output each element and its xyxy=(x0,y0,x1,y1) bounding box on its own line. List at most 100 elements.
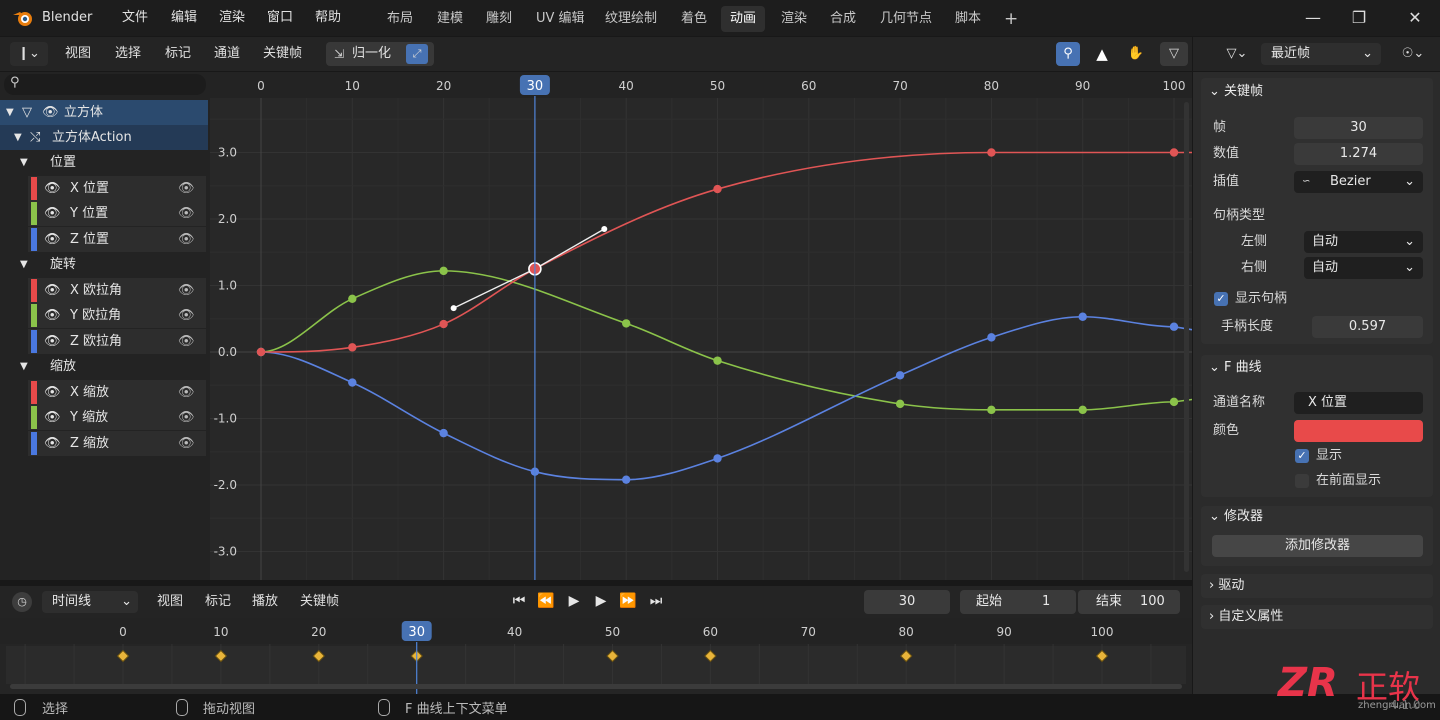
visibility-icon[interactable]: 👁 xyxy=(178,227,195,252)
visibility-icon[interactable]: 👁 xyxy=(44,380,61,405)
visibility-icon[interactable]: 👁 xyxy=(44,303,61,328)
visibility-icon[interactable]: 👁 xyxy=(178,431,195,456)
channel-row[interactable]: 👁 Z 欧拉角 👁 xyxy=(28,328,206,354)
add-workspace-icon[interactable]: + xyxy=(995,6,1027,32)
close-icon[interactable]: ✕ xyxy=(1392,0,1438,36)
channel-group-row[interactable]: ▼ 缩放 xyxy=(0,354,208,379)
channel-row[interactable]: 👁 Y 欧拉角 👁 xyxy=(28,303,206,328)
pivot-dropdown[interactable]: 最近帧 ⌄ xyxy=(1261,43,1381,65)
clock-icon[interactable]: ◷ xyxy=(12,592,32,612)
tab-shading[interactable]: 着色 xyxy=(672,6,716,32)
expand-icon[interactable]: ▼ xyxy=(6,100,14,125)
timeline-canvas[interactable]: 0 10 20 40 50 60 70 80 90 100 30 xyxy=(0,618,1192,694)
visibility-icon[interactable]: 👁 xyxy=(178,176,195,201)
left-handle-dropdown[interactable]: 自动 ⌄ xyxy=(1304,231,1423,253)
maximize-icon[interactable]: ❐ xyxy=(1336,0,1382,36)
visibility-icon[interactable]: 👁 xyxy=(44,227,61,252)
channel-name-field[interactable]: X 位置 xyxy=(1294,392,1423,414)
channel-row[interactable]: 👁 Y 缩放 👁 xyxy=(28,405,206,430)
frame-field[interactable]: 30 xyxy=(1294,117,1423,139)
graph-menu-channel[interactable]: 通道 xyxy=(214,42,240,66)
timeline-menu-playback[interactable]: 播放 xyxy=(252,590,278,614)
visibility-icon[interactable]: 👁 xyxy=(178,405,195,430)
visibility-icon[interactable]: 👁 xyxy=(178,380,195,405)
interp-dropdown[interactable]: ∽ Bezier ⌄ xyxy=(1294,171,1423,193)
editor-type-icon[interactable]: ❙⌄ xyxy=(10,42,48,66)
graph-canvas[interactable]: 0 10 20 40 50 60 70 80 90 100 3.0 2.0 1.0 0.0 -1.0 -2.0… xyxy=(210,72,1192,580)
tab-modeling[interactable]: 建模 xyxy=(428,6,472,32)
expand-icon[interactable]: ▼ xyxy=(20,150,28,175)
tab-geometry-nodes[interactable]: 几何节点 xyxy=(871,6,941,32)
filter-icon[interactable]: ▽ xyxy=(1160,42,1188,66)
custom-props-section[interactable]: › 自定义属性 xyxy=(1201,605,1433,629)
channel-group-row[interactable]: ▼ 旋转 xyxy=(0,252,208,277)
play-icon[interactable]: ▶ xyxy=(589,590,613,612)
menu-edit[interactable]: 编辑 xyxy=(171,0,197,36)
graph-menu-select[interactable]: 选择 xyxy=(115,42,141,66)
menu-render[interactable]: 渲染 xyxy=(219,0,245,36)
channel-row[interactable]: 👁 Z 位置 👁 xyxy=(28,226,206,252)
show-handles-checkbox[interactable]: ✓ xyxy=(1214,292,1228,306)
show-front-checkbox[interactable] xyxy=(1295,474,1309,488)
tab-animation[interactable]: 动画 xyxy=(721,6,766,32)
hand-icon[interactable]: ✋ xyxy=(1124,42,1148,66)
jump-end-icon[interactable]: ⏭ xyxy=(644,590,668,612)
channel-row[interactable]: 👁 X 欧拉角 👁 xyxy=(28,277,206,303)
graph-menu-key[interactable]: 关键帧 xyxy=(263,42,302,66)
tab-scripting[interactable]: 脚本 xyxy=(946,6,990,32)
drivers-section[interactable]: › 驱动 xyxy=(1201,574,1433,598)
blender-logo-icon[interactable] xyxy=(12,8,34,28)
tab-rendering[interactable]: 渲染 xyxy=(772,6,816,32)
right-handle-dropdown[interactable]: 自动 ⌄ xyxy=(1304,257,1423,279)
normalize-toggle[interactable]: ⇲ 归一化 ⤢ xyxy=(326,42,434,66)
tab-texture-paint[interactable]: 纹理绘制 xyxy=(596,6,666,32)
channel-action-row[interactable]: ▼ ⤭ 立方体Action xyxy=(0,125,208,150)
menu-window[interactable]: 窗口 xyxy=(267,0,293,36)
start-frame-field[interactable]: 起始 1 xyxy=(960,590,1076,614)
snap-icon[interactable]: ☉⌄ xyxy=(1395,42,1431,66)
expand-icon[interactable]: ▼ xyxy=(20,354,28,379)
visibility-icon[interactable]: 👁 xyxy=(178,303,195,328)
visibility-icon[interactable]: 👁 xyxy=(44,201,61,226)
graph-menu-view[interactable]: 视图 xyxy=(65,42,91,66)
pivot-filter-icon[interactable]: ▽⌄ xyxy=(1221,42,1253,66)
next-keyframe-icon[interactable]: ⏩ xyxy=(616,590,640,612)
expand-icon[interactable]: ▼ xyxy=(20,252,28,277)
tab-layout[interactable]: 布局 xyxy=(378,6,422,32)
visibility-icon[interactable]: 👁 xyxy=(42,100,59,125)
prev-keyframe-icon[interactable]: ⏪ xyxy=(534,590,558,612)
handle-length-field[interactable]: 0.597 xyxy=(1312,316,1423,338)
tab-compositing[interactable]: 合成 xyxy=(821,6,865,32)
timeline-menu-marker[interactable]: 标记 xyxy=(205,590,231,614)
visibility-icon[interactable]: 👁 xyxy=(44,278,61,303)
timeline-mode-dropdown[interactable]: 时间线 ⌄ xyxy=(42,591,138,613)
timeline-menu-keyframe[interactable]: 关键帧 xyxy=(300,590,339,614)
value-field[interactable]: 1.274 xyxy=(1294,143,1423,165)
tab-sculpting[interactable]: 雕刻 xyxy=(477,6,521,32)
channel-group-row[interactable]: ▼ 位置 xyxy=(0,150,208,175)
visibility-icon[interactable]: 👁 xyxy=(178,329,195,354)
current-frame-field[interactable]: 30 xyxy=(864,590,950,614)
show-curve-checkbox[interactable]: ✓ xyxy=(1295,449,1309,463)
menu-help[interactable]: 帮助 xyxy=(315,0,341,36)
tab-uv-editing[interactable]: UV 编辑 xyxy=(527,6,594,32)
visibility-icon[interactable]: 👁 xyxy=(44,405,61,430)
auto-normalize-icon[interactable]: ⤢ xyxy=(406,44,428,64)
channel-row[interactable]: 👁 X 位置 👁 xyxy=(28,175,206,201)
expand-icon[interactable]: ▼ xyxy=(14,125,22,150)
warning-filter-icon[interactable]: ▲ xyxy=(1090,42,1114,66)
visibility-icon[interactable]: 👁 xyxy=(44,431,61,456)
minimize-icon[interactable]: — xyxy=(1290,0,1336,36)
add-modifier-button[interactable]: 添加修改器 xyxy=(1212,535,1423,557)
jump-start-icon[interactable]: ⏮ xyxy=(507,590,531,612)
visibility-icon[interactable]: 👁 xyxy=(178,278,195,303)
menu-file[interactable]: 文件 xyxy=(122,0,148,36)
channel-row[interactable]: 👁 X 缩放 👁 xyxy=(28,379,206,405)
visibility-icon[interactable]: 👁 xyxy=(178,201,195,226)
fcurve-section-title[interactable]: ⌄ F 曲线 xyxy=(1209,357,1262,379)
visibility-icon[interactable]: 👁 xyxy=(44,329,61,354)
end-frame-field[interactable]: 结束 100 xyxy=(1078,590,1180,614)
graph-menu-marker[interactable]: 标记 xyxy=(165,42,191,66)
visibility-icon[interactable]: 👁 xyxy=(44,176,61,201)
channel-row[interactable]: 👁 Z 缩放 👁 xyxy=(28,430,206,456)
